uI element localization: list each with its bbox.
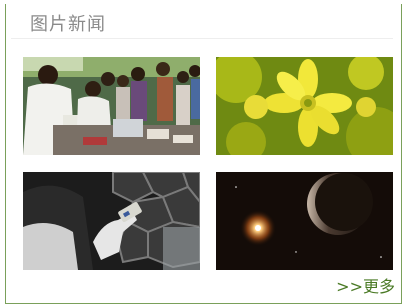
header-divider [11, 38, 393, 39]
lab-photo-image [23, 57, 200, 155]
panel-title: 图片新闻 [30, 14, 106, 35]
picture-news-panel: 图片新闻 >>更多 [5, 4, 402, 304]
panel-header: 图片新闻 [6, 4, 401, 39]
news-thumbnail-sample[interactable] [23, 172, 200, 270]
news-thumbnail-lab[interactable] [23, 57, 200, 155]
flower-photo-image [216, 57, 393, 155]
planet-photo-image [216, 172, 393, 270]
news-thumbnail-flower[interactable] [216, 57, 393, 155]
more-link[interactable]: >>更多 [336, 273, 395, 297]
sample-photo-image [23, 172, 200, 270]
news-thumbnail-planet[interactable] [216, 172, 393, 270]
